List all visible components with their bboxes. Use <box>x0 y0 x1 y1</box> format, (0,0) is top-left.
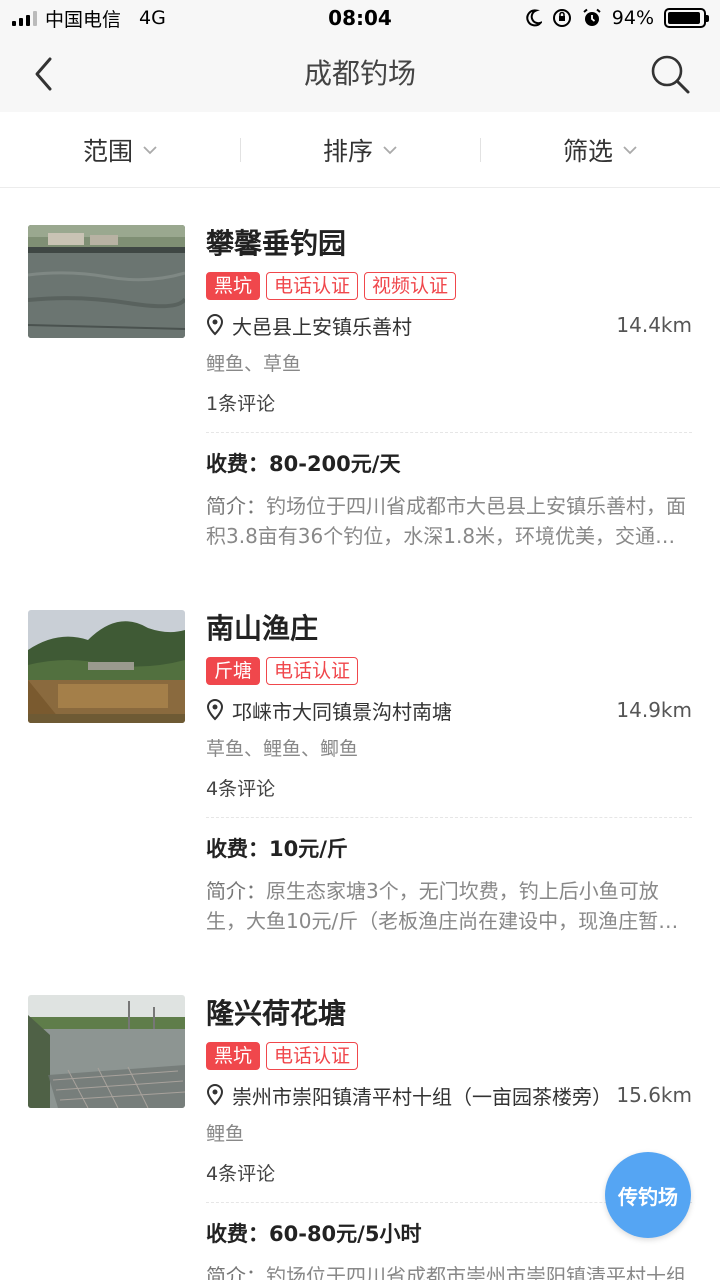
spot-photo <box>28 995 185 1108</box>
spot-card[interactable]: 隆兴荷花塘 黑坑 电话认证 崇州市崇阳镇清平村十组（一亩园茶楼旁） 15.6km… <box>0 958 720 1280</box>
tag-badge: 电话认证 <box>266 272 359 300</box>
rotation-lock-icon <box>552 9 571 27</box>
status-right: 94% <box>524 5 709 31</box>
intro-body: 钓场位于四川省成都市崇州市崇阳镇清平村十组 <box>266 1264 686 1280</box>
divider <box>206 432 692 433</box>
search-button[interactable] <box>648 52 692 96</box>
location-pin-icon <box>206 699 224 721</box>
spot-address: 邛崃市大同镇景沟村南塘 <box>232 699 452 724</box>
spot-card[interactable]: 攀馨垂钓园 黑坑 电话认证 视频认证 大邑县上安镇乐善村 14.4km 鲤鱼、草… <box>0 188 720 573</box>
spot-info: 攀馨垂钓园 黑坑 电话认证 视频认证 大邑县上安镇乐善村 14.4km 鲤鱼、草… <box>206 224 692 551</box>
review-count[interactable]: 1条评论 <box>206 390 692 418</box>
alarm-icon <box>583 8 601 26</box>
spot-distance: 15.6km <box>616 1083 692 1107</box>
spot-name: 南山渔庄 <box>206 612 319 645</box>
filter-range[interactable]: 范围 <box>0 112 240 187</box>
spot-list: 攀馨垂钓园 黑坑 电话认证 视频认证 大邑县上安镇乐善村 14.4km 鲤鱼、草… <box>0 188 720 1280</box>
spot-photo <box>28 610 185 723</box>
spot-name: 攀馨垂钓园 <box>206 227 347 260</box>
intro-text: 简介：原生态家塘3个，无门坎费，钓上后小鱼可放生，大鱼10元/斤（老板渔庄尚在建… <box>206 876 692 936</box>
status-bar: 中国电信 4G 08:04 94% <box>0 0 720 36</box>
upload-spot-button[interactable]: 传钓场 <box>605 1152 691 1238</box>
fee-label: 收费： <box>206 837 269 861</box>
spot-card[interactable]: 南山渔庄 斤塘 电话认证 邛崃市大同镇景沟村南塘 14.9km 草鱼、鲤鱼、鲫鱼… <box>0 573 720 958</box>
battery-percent: 94% <box>611 7 654 29</box>
tag-badge: 黑坑 <box>206 272 261 300</box>
address-row: 崇州市崇阳镇清平村十组（一亩园茶楼旁） 15.6km <box>206 1080 692 1110</box>
location-pin-icon <box>206 314 224 336</box>
spot-info: 南山渔庄 斤塘 电话认证 邛崃市大同镇景沟村南塘 14.9km 草鱼、鲤鱼、鲫鱼… <box>206 609 692 936</box>
tag-badge: 电话认证 <box>266 657 359 685</box>
fee-row: 收费：10元/斤 <box>206 834 692 864</box>
fish-species: 草鱼、鲤鱼、鲫鱼 <box>206 738 359 760</box>
spot-info: 隆兴荷花塘 黑坑 电话认证 崇州市崇阳镇清平村十组（一亩园茶楼旁） 15.6km… <box>206 994 692 1280</box>
tag-badge: 斤塘 <box>206 657 261 685</box>
spot-address: 崇州市崇阳镇清平村十组（一亩园茶楼旁） <box>232 1084 612 1109</box>
intro-label: 简介： <box>206 879 266 903</box>
fee-value: 60-80元/5小时 <box>269 1222 422 1246</box>
chevron-down-icon <box>143 145 157 154</box>
tag-list: 斤塘 电话认证 <box>206 657 692 685</box>
fee-label: 收费： <box>206 1222 269 1246</box>
fish-species: 鲤鱼、草鱼 <box>206 353 302 375</box>
tag-list: 黑坑 电话认证 <box>206 1042 692 1070</box>
fee-value: 80-200元/天 <box>269 452 401 476</box>
spot-photo <box>28 225 185 338</box>
intro-body: 原生态家塘3个，无门坎费，钓上后小鱼可放生，大鱼10元/斤（老板渔庄尚在建设中，… <box>206 879 679 933</box>
spot-distance: 14.4km <box>616 313 692 337</box>
tag-badge: 电话认证 <box>266 1042 359 1070</box>
address-row: 大邑县上安镇乐善村 14.4km <box>206 310 692 340</box>
filter-label: 范围 <box>82 136 133 166</box>
intro-text: 简介：钓场位于四川省成都市崇州市崇阳镇清平村十组 <box>206 1261 692 1280</box>
intro-label: 简介： <box>206 494 266 518</box>
tag-badge: 黑坑 <box>206 1042 261 1070</box>
intro-label: 简介： <box>206 1264 266 1280</box>
tag-list: 黑坑 电话认证 视频认证 <box>206 272 692 300</box>
filter-label: 筛选 <box>562 136 613 166</box>
intro-body: 钓场位于四川省成都市大邑县上安镇乐善村，面积3.8亩有36个钓位，水深1.8米，… <box>206 494 686 548</box>
chevron-down-icon <box>383 145 397 154</box>
location-pin-icon <box>206 1084 224 1106</box>
review-count[interactable]: 4条评论 <box>206 775 692 803</box>
divider <box>206 817 692 818</box>
tag-badge: 视频认证 <box>364 272 457 300</box>
battery-icon <box>664 8 709 28</box>
filter-sort[interactable]: 排序 <box>240 112 480 187</box>
intro-text: 简介：钓场位于四川省成都市大邑县上安镇乐善村，面积3.8亩有36个钓位，水深1.… <box>206 491 692 551</box>
fee-label: 收费： <box>206 452 269 476</box>
fee-row: 收费：80-200元/天 <box>206 449 692 479</box>
filter-bar: 范围 排序 筛选 <box>0 112 720 188</box>
filter-label: 排序 <box>322 136 373 166</box>
spot-address: 大邑县上安镇乐善村 <box>232 314 412 339</box>
chevron-down-icon <box>623 145 637 154</box>
filter-screen[interactable]: 筛选 <box>480 112 720 187</box>
fee-value: 10元/斤 <box>269 837 348 861</box>
search-icon <box>651 55 690 94</box>
spot-name: 隆兴荷花塘 <box>206 997 347 1030</box>
address-row: 邛崃市大同镇景沟村南塘 14.9km <box>206 695 692 725</box>
fish-species: 鲤鱼 <box>206 1123 245 1145</box>
moon-icon <box>526 9 542 27</box>
nav-bar: 成都钓场 <box>0 36 720 112</box>
spot-distance: 14.9km <box>616 698 692 722</box>
page-title: 成都钓场 <box>303 57 416 90</box>
